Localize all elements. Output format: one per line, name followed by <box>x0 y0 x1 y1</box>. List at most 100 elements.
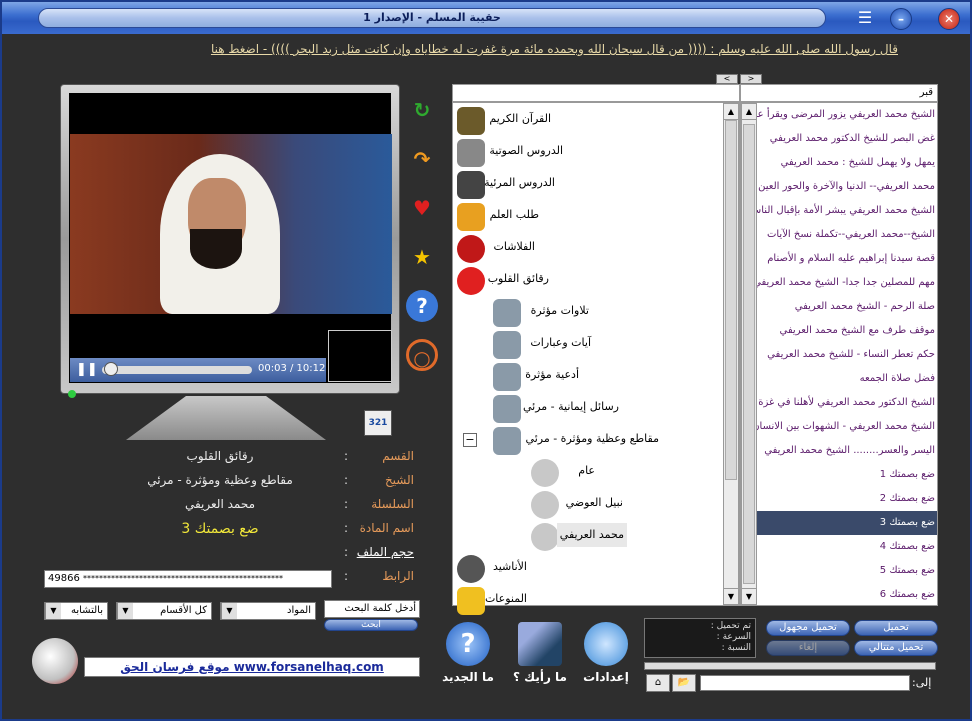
tree-scroll-thumb[interactable] <box>725 120 737 480</box>
tree-item-video[interactable]: الدروس المرئية <box>484 171 555 195</box>
tree-item-faith-messages[interactable]: رسائل إيمانية - مرئي <box>523 395 619 419</box>
list-item[interactable]: الشيخ محمد العريفي يبشر الأمة بإقبال الن… <box>757 199 937 223</box>
seek-bar[interactable] <box>102 366 252 374</box>
folder-icon <box>493 363 521 391</box>
search-input[interactable]: أدخل كلمة البحث <box>324 600 420 618</box>
list-item[interactable]: ضع بصمتك 2 <box>757 487 937 511</box>
tree-item-nabil-awadi[interactable]: نبيل العوضي <box>566 491 623 515</box>
tree-prev-button[interactable]: < <box>716 74 738 84</box>
type-select[interactable]: المواد ▼ <box>220 602 316 620</box>
seek-handle[interactable] <box>104 362 118 376</box>
settings-button[interactable]: إعدادات <box>578 622 634 684</box>
list-item-selected[interactable]: ضع بصمتك 3 <box>757 511 937 535</box>
list-item[interactable]: مهم للمصلين جدا جدا- الشيخ محمد العريفي <box>757 271 937 295</box>
cancel-download-button[interactable]: إلغاء <box>766 640 850 656</box>
download-unknown-button[interactable]: تحميل مجهول <box>766 620 850 636</box>
list-item[interactable]: يمهل ولا يهمل للشيخ : محمد العريفي <box>757 151 937 175</box>
info-row-sheikh: الشيخ: مقاطع وعظية ومؤثرة - مرئي <box>147 473 414 487</box>
list-item[interactable]: الشيخ محمد العريفي - الشهوات بين الانسان <box>757 415 937 439</box>
list-item[interactable]: الشيخ--محمد العريفي--تكملة نسخ الآيات <box>757 223 937 247</box>
title-bar: حقيبة المسلم - الإصدار 1 ☰ – ✕ <box>2 2 970 34</box>
list-item[interactable]: صلة الرحم - الشيخ محمد العريفي <box>757 295 937 319</box>
tree-item-general[interactable]: عام <box>578 459 595 483</box>
tree-item-supplications[interactable]: أدعية مؤثرة <box>525 363 579 387</box>
close-button[interactable]: ✕ <box>938 8 960 30</box>
tree-item-hearts[interactable]: رقائق القلوب <box>488 267 549 291</box>
pen-icon <box>518 622 562 666</box>
list-item[interactable]: قصة سيدنا إبراهيم عليه السلام و الأصنام <box>757 247 937 271</box>
playlist-icon[interactable]: 321 <box>364 410 392 436</box>
heart-icon <box>457 267 485 295</box>
tree-item-nasheeds[interactable]: الأناشيد <box>493 555 527 579</box>
scroll-down-icon[interactable]: ▼ <box>742 588 756 604</box>
list-item[interactable]: ضع بصمتك 4 <box>757 535 937 559</box>
whats-new-label: ما الجديد <box>442 670 494 684</box>
pause-icon[interactable]: ❚❚ <box>76 362 98 378</box>
list-item[interactable]: غض البصر للشيخ الدكتور محمد العريفي <box>757 127 937 151</box>
scroll-down-icon[interactable]: ▼ <box>724 588 738 604</box>
list-item[interactable]: اليسر والعسر........ الشيخ محمد العريفي <box>757 439 937 463</box>
favorites-star-icon[interactable]: ★ <box>406 241 438 273</box>
quran-icon <box>457 107 485 135</box>
download-button[interactable]: تحميل <box>854 620 938 636</box>
download-status: تم تحميل : السرعة : النسبة : <box>644 618 756 658</box>
list-scrollbar[interactable]: ▲ ▼ <box>741 103 757 605</box>
question-icon: ? <box>446 622 490 666</box>
add-favorite-icon[interactable]: ♥ <box>406 192 438 224</box>
list-item[interactable]: حكم تعطر النساء - للشيخ محمد العريفي <box>757 343 937 367</box>
list-item[interactable]: الشيخ الدكتور محمد العريفي لأهلنا في غزة <box>757 391 937 415</box>
tree-item-quran[interactable]: القرآن الكريم <box>489 107 551 131</box>
match-type-select[interactable]: بالتشابه ▼ <box>44 602 108 620</box>
tree-next-button[interactable]: > <box>740 74 762 84</box>
picture-in-picture[interactable] <box>328 330 392 382</box>
list-scroll-thumb[interactable] <box>743 124 755 584</box>
tree-item-al-arifi[interactable]: محمد العريفي <box>556 523 627 547</box>
refresh-icon[interactable]: ↻ <box>406 94 438 126</box>
list-item[interactable]: ضع بصمتك 6 <box>757 583 937 605</box>
download-sequential-button[interactable]: تحميل متتالي <box>854 640 938 656</box>
flash-icon <box>457 235 485 263</box>
save-path-input[interactable] <box>700 675 910 691</box>
whats-new-button[interactable]: ? ما الجديد <box>436 622 500 684</box>
video-controls: ❚❚ 00:03 / 10:12 <box>70 358 326 382</box>
status-percent: النسبة : <box>721 643 751 653</box>
link-id: 49866 <box>48 573 80 584</box>
list-item[interactable]: محمد العريفي-- الدنيا والآخرة والحور الع… <box>757 175 937 199</box>
tv-stand <box>126 396 326 440</box>
list-item[interactable]: موقف طرف مع الشيخ محمد العريفي <box>757 319 937 343</box>
list-item[interactable]: فضل صلاة الجمعه <box>757 367 937 391</box>
scroll-up-icon[interactable]: ▲ <box>742 104 756 120</box>
help-icon[interactable]: ? <box>406 290 438 322</box>
video-frame <box>70 134 392 314</box>
opinion-button[interactable]: ما رأيك ؟ <box>508 622 572 684</box>
section-select[interactable]: كل الأقسام ▼ <box>116 602 212 620</box>
list-item[interactable]: الشيخ محمد العريفي يزور المرضى ويقرأ علي… <box>757 103 937 127</box>
tree-item-misc[interactable]: المنوعات <box>485 587 527 611</box>
list-item[interactable]: ضع بصمتك 1 <box>757 463 937 487</box>
download-progress <box>644 662 936 670</box>
website-link[interactable]: موقع فرسان الحق www.forsanelhaq.com <box>84 657 420 677</box>
tree-item-sermon-clips[interactable]: مقاطع وعظية ومؤثرة - مرئي <box>526 427 659 451</box>
home-icon[interactable]: ⌂ <box>646 674 670 692</box>
to-label: إلى: <box>912 676 932 689</box>
scroll-up-icon[interactable]: ▲ <box>724 104 738 120</box>
tree-item-recitations[interactable]: تلاوات مؤثرة <box>531 299 589 323</box>
list-item[interactable]: ضع بصمتك 5 <box>757 559 937 583</box>
stop-icon[interactable]: ○ <box>406 339 438 371</box>
folder-browse-icon[interactable]: 📂 <box>672 674 696 692</box>
tree-scrollbar[interactable]: ▲ ▼ <box>723 103 739 605</box>
hadith-marquee[interactable]: قال رسول الله صلى الله عليه وسلم : (((( … <box>72 42 898 58</box>
menu-icon[interactable]: ☰ <box>854 8 876 30</box>
info-row-size: حجم الملف: <box>343 545 414 559</box>
link-field[interactable]: 49866 **********************************… <box>44 570 332 588</box>
folder-icon <box>493 395 521 423</box>
minimize-button[interactable]: – <box>890 8 912 30</box>
book-icon <box>457 203 485 231</box>
search-button[interactable]: ابحث <box>324 619 418 631</box>
tree-item-verses[interactable]: آيات وعبارات <box>530 331 591 355</box>
tree-item-audio[interactable]: الدروس الصوتية <box>489 139 563 163</box>
tree-item-flash[interactable]: الفلاشات <box>494 235 535 259</box>
tree-item-knowledge[interactable]: طلب العلم <box>490 203 539 227</box>
collapse-icon[interactable]: − <box>463 433 477 447</box>
forward-icon[interactable]: ↷ <box>406 143 438 175</box>
